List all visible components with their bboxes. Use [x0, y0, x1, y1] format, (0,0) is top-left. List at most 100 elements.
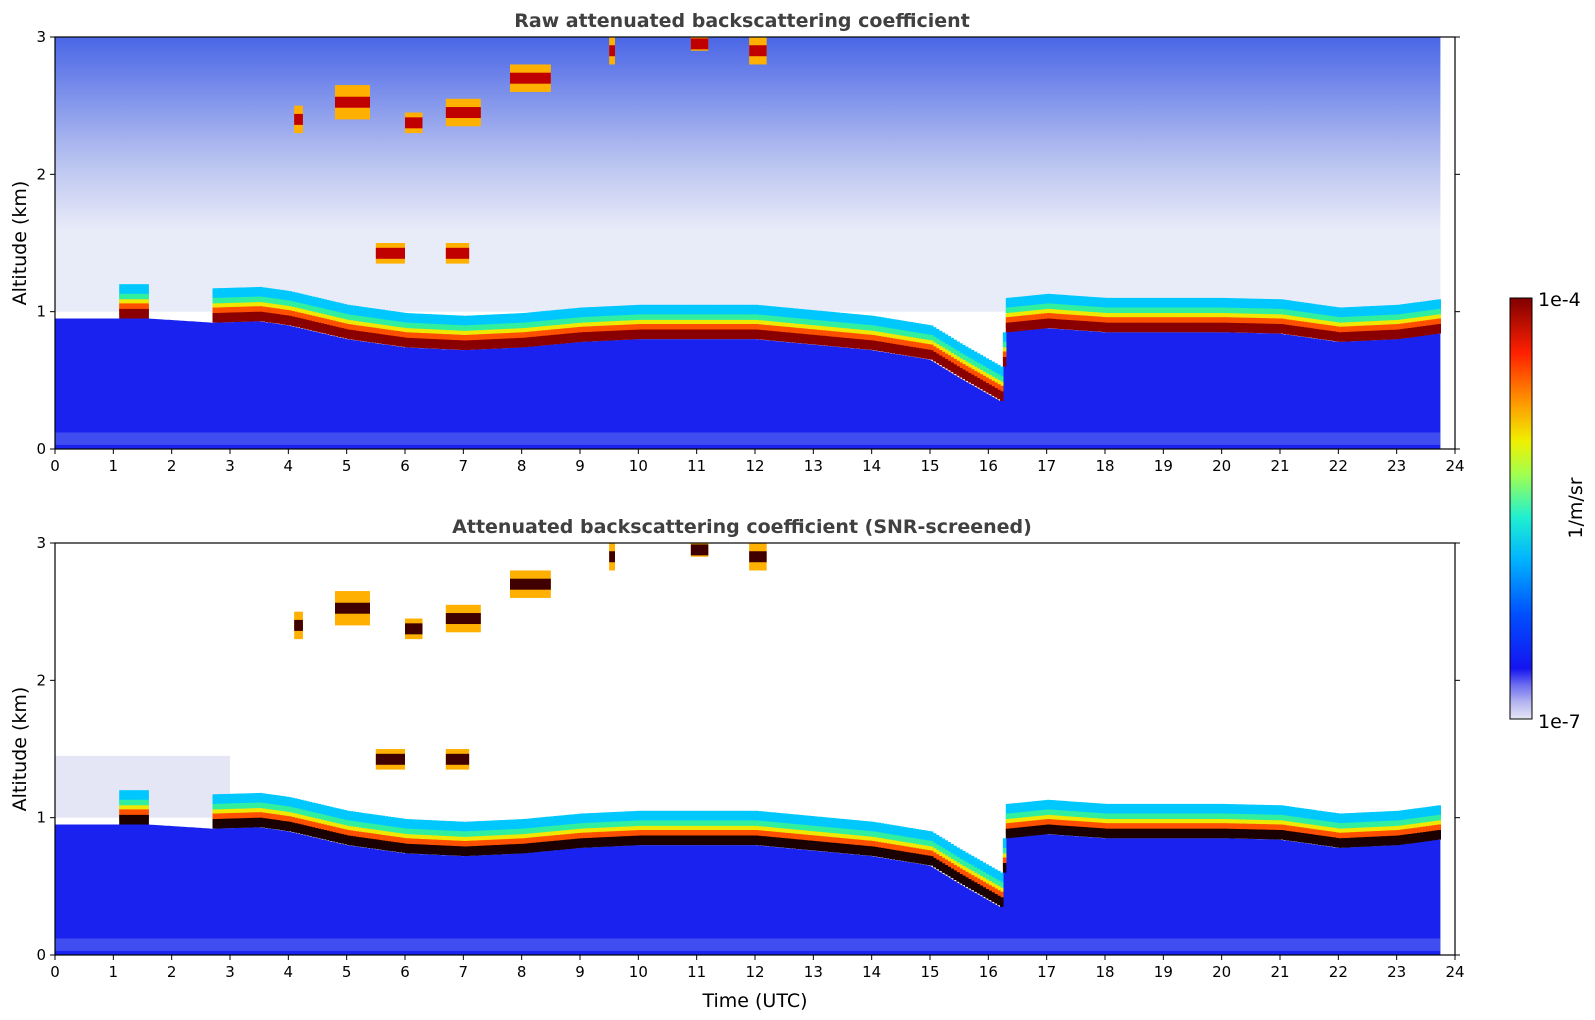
y-tick-label: 3	[36, 534, 46, 552]
cloud-core-band	[1040, 319, 1045, 329]
y-tick-label: 0	[36, 946, 46, 964]
surface-band	[55, 432, 1441, 445]
cloud-core-band	[361, 331, 365, 342]
cloud-core-band	[130, 814, 135, 825]
cloud-core-band	[588, 331, 593, 342]
x-tick-label: 16	[979, 457, 998, 475]
cloud-core-band	[361, 837, 365, 848]
panel-title: Raw attenuated backscattering coefficien…	[514, 10, 970, 32]
cloud-core-band	[501, 844, 505, 855]
cloud-core-band	[1075, 826, 1080, 837]
elevated-cloud-core	[445, 613, 481, 625]
x-tick-label: 0	[50, 457, 60, 475]
cloud-core-band	[273, 819, 278, 830]
cloud-core-band	[448, 845, 453, 856]
cloud-core-band	[1268, 829, 1272, 840]
panel-raw: Raw attenuated backscattering coefficien…	[9, 10, 1465, 475]
x-tick-label: 17	[1037, 457, 1056, 475]
x-tick-label: 9	[575, 457, 585, 475]
cloud-core-band	[813, 335, 817, 345]
cloud-core-band	[603, 837, 607, 847]
cloud-core-band	[690, 835, 695, 846]
x-tick-label: 24	[1445, 457, 1464, 475]
cloud-core-band	[466, 340, 470, 350]
cloud-core-band	[343, 328, 348, 339]
cloud-core-band	[396, 336, 400, 347]
cloud-core-band	[413, 844, 418, 854]
elevated-cloud-core	[375, 753, 405, 765]
cloud-core-band	[953, 870, 957, 880]
x-tick-label: 24	[1445, 963, 1464, 981]
x-tick-label: 0	[50, 963, 60, 981]
x-tick-label: 15	[920, 963, 939, 981]
cloud-core-band	[778, 331, 782, 342]
cloud-core-band	[1215, 828, 1220, 839]
elevated-cloud-core	[335, 96, 370, 108]
cloud-core-band	[725, 835, 730, 846]
cloud-core-band	[1145, 322, 1150, 333]
cloud-core-band	[553, 334, 558, 345]
x-tick-label: 16	[979, 963, 998, 981]
cloud-core-band	[1437, 324, 1441, 334]
cloud-core-band	[865, 340, 870, 350]
cloud-core-band	[883, 848, 887, 858]
cloud-core-band	[743, 835, 747, 846]
x-tick-label: 4	[284, 963, 294, 981]
cloud-core-band	[378, 334, 383, 344]
cloud-core-band	[1373, 836, 1377, 847]
elevated-cloud-core	[690, 38, 709, 50]
cloud-core-band	[308, 826, 313, 837]
cloud-core-band	[145, 814, 149, 825]
cloud-core-band	[238, 312, 243, 322]
x-tick-label: 8	[517, 457, 527, 475]
cloud-core-band	[448, 339, 453, 350]
colorbar-gradient	[1509, 297, 1533, 720]
x-tick-label: 12	[745, 963, 764, 981]
cloud-core-band	[466, 846, 470, 856]
cloud-core-band	[1110, 322, 1115, 333]
cloud-core-band	[708, 835, 712, 846]
cloud-core-band	[760, 330, 765, 340]
cloud-core-band	[830, 336, 835, 347]
cloud-core-band	[1180, 322, 1185, 333]
cloud-core-band	[848, 338, 852, 348]
cloud-core-band	[396, 842, 400, 853]
cloud-core-band	[1425, 325, 1430, 336]
cloud-core-band	[1303, 833, 1307, 843]
cloud-core-band	[900, 851, 905, 861]
cloud-core-band	[145, 308, 149, 319]
y-tick-label: 0	[36, 440, 46, 458]
y-tick-label: 1	[36, 303, 46, 321]
cloud-core-band	[1390, 329, 1395, 340]
x-tick-label: 11	[687, 963, 706, 981]
panel-title: Attenuated backscattering coefficient (S…	[452, 516, 1032, 538]
cloud-core-band	[970, 374, 975, 385]
cloud-core-band	[378, 840, 383, 850]
cloud-core-band	[1000, 897, 1004, 907]
cloud-core-band	[620, 836, 625, 846]
cloud-core-band	[1002, 863, 1007, 873]
cloud-core-band	[1023, 320, 1027, 331]
cloud-core-band	[571, 839, 575, 849]
cloud-core-band	[536, 336, 540, 346]
x-axis-label: Time (UTC)	[701, 990, 807, 1012]
cloud-core-band	[620, 330, 625, 340]
cloud-core-band	[256, 311, 260, 322]
cloud-core-band	[1058, 319, 1062, 329]
x-tick-label: 13	[804, 963, 823, 981]
cloud-core-band	[848, 844, 852, 854]
cloud-core-band	[1163, 322, 1167, 333]
cloud-core-band	[343, 834, 348, 845]
x-tick-label: 21	[1270, 963, 1289, 981]
cloud-core-band	[1373, 330, 1377, 341]
cloud-core-band	[1058, 825, 1062, 835]
x-tick-label: 12	[745, 457, 764, 475]
colorbar-max-label: 1e-4	[1538, 289, 1581, 311]
x-tick-label: 20	[1212, 963, 1231, 981]
cloud-core-band	[1425, 831, 1430, 842]
cloud-core-band	[690, 329, 695, 340]
x-tick-label: 23	[1387, 963, 1406, 981]
x-axis: 0 1 2 3 4 5 6 7 8 9 10 11 12 13 14 15 16 17 18 19 20 21 22 23 24	[50, 955, 1465, 981]
x-tick-label: 23	[1387, 457, 1406, 475]
elevated-cloud-core	[609, 45, 615, 57]
